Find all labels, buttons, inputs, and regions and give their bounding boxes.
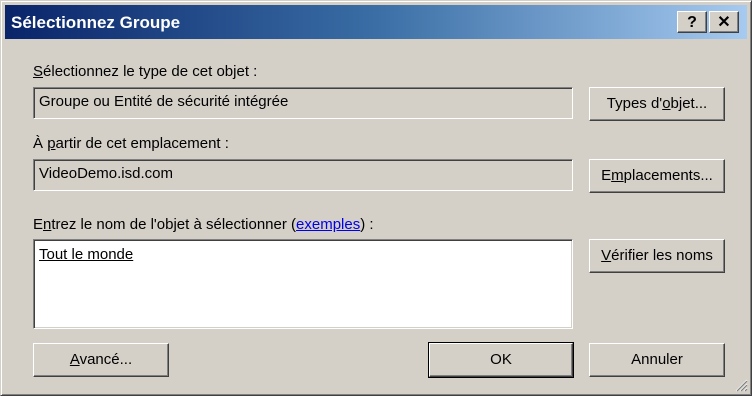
- close-button[interactable]: ✕: [709, 11, 739, 33]
- object-name-label-text-a: E: [33, 216, 44, 233]
- resolved-object-name[interactable]: Tout le monde: [39, 246, 133, 263]
- title-bar[interactable]: Sélectionnez Groupe ? ✕: [5, 5, 747, 39]
- object-types-button-text-b: bjet...: [670, 95, 708, 112]
- object-name-label: Entrez le nom de l'objet à sélectionner …: [33, 216, 374, 233]
- object-type-label: Sélectionnez le type de cet objet :: [33, 63, 257, 80]
- help-icon: ?: [687, 14, 697, 31]
- advanced-button[interactable]: Avancé...: [33, 343, 169, 377]
- location-label-text-a: À: [33, 135, 48, 152]
- check-names-button[interactable]: Vérifier les noms: [589, 239, 725, 273]
- object-type-label-accel: S: [33, 63, 44, 80]
- locations-button-accel: m: [611, 167, 624, 184]
- locations-button-text-b: placements...: [623, 167, 713, 184]
- object-type-label-text: électionnez le type de cet objet :: [43, 63, 258, 80]
- select-group-dialog: Sélectionnez Groupe ? ✕ Sélectionnez le …: [0, 0, 752, 396]
- check-names-button-text: érifier les noms: [611, 247, 713, 264]
- object-type-field: Groupe ou Entité de sécurité intégrée: [33, 87, 573, 119]
- object-name-label-text-c: ) :: [360, 216, 374, 233]
- check-names-button-accel: V: [601, 247, 612, 264]
- ok-button[interactable]: OK: [428, 342, 574, 378]
- location-label: À partir de cet emplacement :: [33, 135, 229, 152]
- resize-grip-icon[interactable]: [734, 378, 748, 392]
- location-field: VideoDemo.isd.com: [33, 159, 573, 191]
- location-label-accel: p: [47, 135, 56, 152]
- object-name-label-text-b: trez le nom de l'objet à sélectionner (: [51, 216, 297, 233]
- object-types-button[interactable]: Types d'objet...: [589, 87, 725, 121]
- object-types-button-text-a: Types d': [606, 95, 663, 112]
- location-label-text-b: artir de cet emplacement :: [55, 135, 229, 152]
- advanced-button-text: vancé...: [79, 351, 133, 368]
- advanced-button-accel: A: [69, 351, 80, 368]
- dialog-title: Sélectionnez Groupe: [11, 13, 181, 32]
- help-button[interactable]: ?: [677, 11, 707, 33]
- locations-button[interactable]: Emplacements...: [589, 159, 725, 193]
- object-name-input[interactable]: Tout le monde: [33, 239, 573, 329]
- object-types-button-accel: o: [662, 95, 671, 112]
- examples-link[interactable]: exemples: [296, 216, 360, 233]
- cancel-button[interactable]: Annuler: [589, 343, 725, 377]
- locations-button-text-a: E: [601, 167, 612, 184]
- close-icon: ✕: [717, 14, 731, 31]
